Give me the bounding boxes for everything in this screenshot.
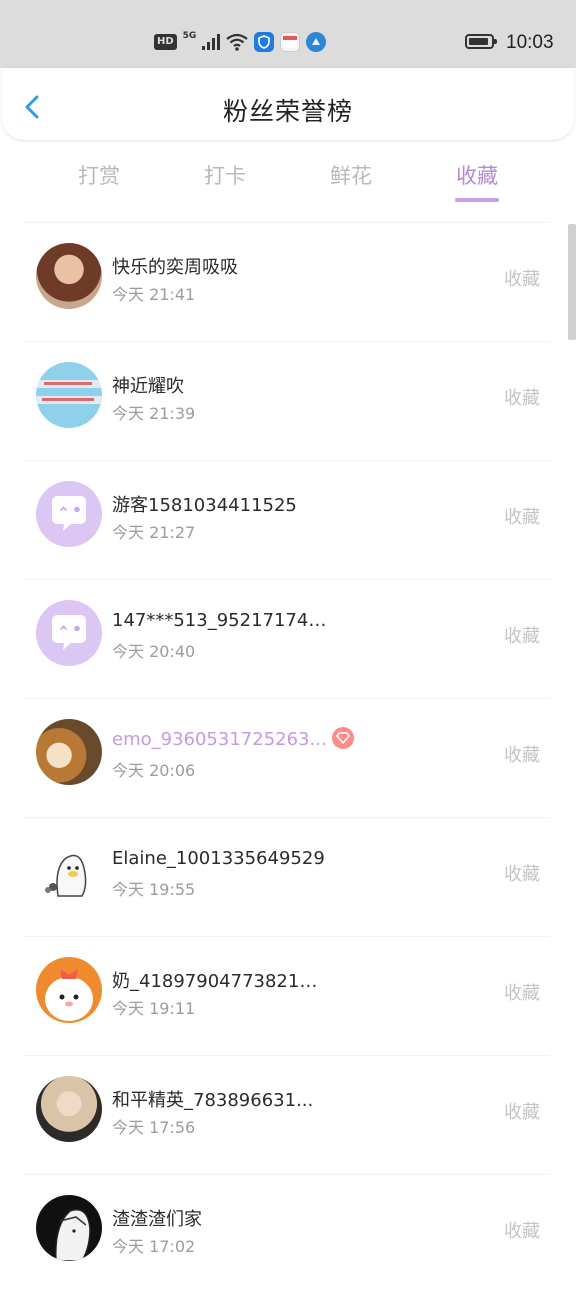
tab-reward[interactable]: 打赏	[59, 160, 139, 190]
fan-time: 今天 17:02	[112, 1237, 196, 1256]
fan-time: 今天 20:40	[112, 642, 196, 661]
scrollbar[interactable]	[568, 224, 576, 340]
list-item[interactable]: Elaine_1001335649529 今天 19:55 收藏	[24, 817, 550, 937]
fan-name: 和平精英_783896631...	[112, 1090, 314, 1111]
network-type-label: 5G	[182, 31, 197, 41]
status-time: 10:03	[506, 32, 554, 53]
list-item[interactable]: emo_9360531725263... 今天 20:06 收藏	[24, 698, 550, 818]
avatar[interactable]	[36, 243, 102, 309]
tab-flowers[interactable]: 鲜花	[311, 160, 391, 190]
fan-name: 渣渣渣们家	[112, 1209, 202, 1230]
fan-name: 神近耀吹	[112, 376, 184, 397]
action-label: 收藏	[504, 864, 540, 885]
list-item[interactable]: 游客1581034411525 今天 21:27 收藏	[24, 460, 550, 580]
hd-icon: HD	[154, 34, 177, 50]
action-label: 收藏	[504, 1221, 540, 1242]
list-item[interactable]: 奶_418979047738210... 今天 19:11 收藏	[24, 936, 550, 1056]
avatar[interactable]	[36, 1195, 102, 1261]
list-item[interactable]: 147***513_9521717488 今天 20:40 收藏	[24, 579, 550, 699]
action-label: 收藏	[504, 1102, 540, 1123]
fan-name: 游客1581034411525	[112, 495, 297, 516]
signal-icon	[202, 34, 221, 50]
avatar[interactable]	[36, 362, 102, 428]
avatar[interactable]	[36, 719, 102, 785]
mail-app-icon	[280, 32, 301, 52]
status-icons: HD 5G	[154, 31, 327, 53]
fan-name: Elaine_1001335649529	[112, 848, 325, 869]
chat-bubble-icon	[52, 615, 86, 650]
avatar[interactable]	[36, 838, 102, 904]
fan-name: emo_9360531725263...	[112, 729, 327, 750]
fan-time: 今天 19:11	[112, 999, 196, 1018]
action-label: 收藏	[504, 507, 540, 528]
avatar[interactable]	[36, 957, 102, 1023]
avatar[interactable]	[36, 1076, 102, 1142]
page-title: 粉丝荣誉榜	[222, 97, 353, 126]
fan-time: 今天 20:06	[112, 761, 196, 780]
browser-app-icon	[306, 32, 327, 52]
fan-time: 今天 19:55	[112, 880, 196, 899]
header-bar: 粉丝荣誉榜	[2, 68, 574, 140]
tab-favorites[interactable]: 收藏	[437, 160, 517, 190]
list-item[interactable]: 快乐的奕周吸吸 今天 21:41 收藏	[24, 222, 550, 342]
shield-app-icon	[254, 32, 275, 52]
fan-name: 快乐的奕周吸吸	[112, 257, 238, 278]
fan-name: 147***513_9521717488	[112, 610, 327, 631]
battery-icon	[465, 34, 497, 49]
fan-time: 今天 21:41	[112, 285, 196, 304]
wifi-icon	[226, 33, 249, 51]
vip-badge	[332, 727, 354, 749]
list-item[interactable]: 渣渣渣们家 今天 17:02 收藏	[24, 1174, 550, 1294]
fan-name: 奶_418979047738210...	[112, 971, 327, 992]
active-tab-indicator	[455, 198, 499, 202]
chat-bubble-icon	[52, 496, 86, 531]
list-item[interactable]: 和平精英_783896631... 今天 17:56 收藏	[24, 1055, 550, 1175]
fan-time: 今天 21:39	[112, 404, 196, 423]
battery-level-fill	[469, 38, 488, 45]
status-bar: HD 5G 10:03	[0, 0, 576, 68]
fan-time: 今天 21:27	[112, 523, 196, 542]
action-label: 收藏	[504, 745, 540, 766]
action-label: 收藏	[504, 983, 540, 1004]
list-item[interactable]: 神近耀吹 今天 21:39 收藏	[24, 341, 550, 461]
fan-time: 今天 17:56	[112, 1118, 196, 1137]
avatar[interactable]	[36, 600, 102, 666]
action-label: 收藏	[504, 626, 540, 647]
action-label: 收藏	[504, 388, 540, 409]
tab-checkin[interactable]: 打卡	[185, 160, 265, 190]
diamond-icon	[336, 732, 350, 744]
action-label: 收藏	[504, 269, 540, 290]
avatar[interactable]	[36, 481, 102, 547]
